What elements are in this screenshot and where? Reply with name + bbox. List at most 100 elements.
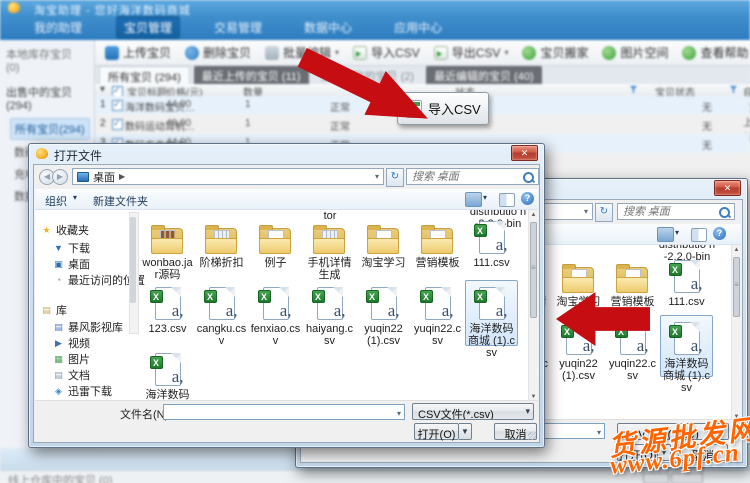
toolbar-button[interactable]: 上传宝贝 ▾: [105, 44, 171, 61]
chevron-down-icon[interactable]: ▾: [675, 228, 679, 237]
file-item[interactable]: Xa, 阶梯折扣: [195, 214, 248, 280]
open-button[interactable]: 打开(O): [414, 423, 459, 440]
nav-pane-item[interactable]: ▣桌面: [53, 256, 90, 272]
forward-icon[interactable]: ▶: [52, 169, 68, 185]
sidebar-item[interactable]: 所有宝贝(294): [10, 118, 90, 140]
nav-pane-item[interactable]: ▦图片: [53, 351, 90, 367]
file-item[interactable]: Xa, 海洋数码商城 (1).csv: [465, 280, 518, 346]
chevron-down-icon[interactable]: ▾: [483, 193, 487, 202]
status-bar-text[interactable]: 线上仓库中的宝贝 (0): [8, 472, 113, 483]
scrollbar-thumb[interactable]: [130, 217, 136, 303]
views-icon[interactable]: [657, 227, 674, 242]
file-item[interactable]: Xa, 海洋数码商城.csv: [141, 346, 194, 403]
views-icon[interactable]: [465, 192, 482, 207]
toolbar-button[interactable]: 图片空间 ▾: [602, 44, 668, 61]
new-folder-button[interactable]: 新建文件夹: [93, 193, 148, 209]
breadcrumb[interactable]: 桌面 ▶ ▾: [72, 168, 384, 185]
file-icon: Xa,: [255, 221, 297, 255]
chevron-down-icon[interactable]: ▾: [584, 207, 588, 216]
scrollbar-thumb[interactable]: [733, 257, 740, 317]
toolbar-button[interactable]: 宝贝搬家 ▾: [522, 44, 588, 61]
search-box[interactable]: [406, 168, 539, 185]
file-label: 营销模板: [412, 257, 463, 269]
scrollbar[interactable]: ▲ ▼: [528, 210, 538, 403]
preview-pane-icon[interactable]: [691, 228, 707, 242]
nav-tab[interactable]: 应用中心: [386, 16, 450, 39]
open-split-arrow-icon[interactable]: ▼: [459, 423, 472, 440]
close-icon[interactable]: [714, 180, 741, 196]
chevron-down-icon[interactable]: ▾: [375, 172, 379, 181]
list-tab[interactable]: 所有宝贝 (294): [99, 66, 190, 84]
file-item[interactable]: Xa, 淘宝学习: [357, 214, 410, 280]
file-item[interactable]: Xa, 111.csv: [465, 214, 518, 280]
file-item[interactable]: Xa, 营销模板: [411, 214, 464, 280]
filetype-dropdown[interactable]: CSV文件(*.csv): [412, 403, 534, 420]
nav-tab[interactable]: 宝贝管理: [116, 16, 180, 39]
search-input[interactable]: [410, 170, 512, 184]
file-item[interactable]: Xa, 海洋数码商城 (1).csv: [660, 315, 713, 377]
toolbar-button[interactable]: 导出CSV ▾: [434, 44, 509, 61]
row-checkbox[interactable]: [112, 100, 123, 111]
close-icon[interactable]: [511, 145, 538, 161]
scrollbar-thumb[interactable]: [530, 222, 537, 318]
chevron-down-icon[interactable]: ▾: [397, 409, 401, 418]
file-item[interactable]: Xa, yuqin22 (1).csv: [357, 280, 410, 346]
chevron-down-icon[interactable]: ▾: [597, 428, 601, 437]
app-titlebar: 淘宝助理 - 您好海洋数码商城: [0, 0, 750, 15]
toolbar-button[interactable]: 删除宝贝 ▾: [185, 44, 251, 61]
file-item[interactable]: Xa, 营销模板: [606, 253, 659, 315]
breadcrumb-label[interactable]: 桌面: [93, 169, 115, 185]
favorites-group[interactable]: ★收藏夹: [41, 222, 89, 238]
libraries-group[interactable]: ▤库: [41, 302, 67, 318]
dialog-titlebar[interactable]: 打开文件: [29, 144, 544, 164]
status-mini-button[interactable]: [671, 473, 703, 483]
ic-desktop-icon: ▣: [53, 259, 64, 270]
file-item[interactable]: Xa, 111.csv: [660, 253, 713, 315]
filename-input[interactable]: [166, 406, 374, 420]
scroll-up-icon[interactable]: ▲: [529, 210, 538, 221]
file-item[interactable]: Xa, 123.csv: [141, 280, 194, 346]
organize-button[interactable]: 组织: [45, 193, 67, 209]
file-item[interactable]: Xa, 手机详情生成: [303, 214, 356, 280]
help-icon[interactable]: ?: [521, 192, 534, 205]
nav-pane-scrollbar[interactable]: [129, 212, 139, 334]
list-tab[interactable]: 最近上传的宝贝 (11): [194, 66, 309, 84]
file-grid: Xa, wonbao.jar源码 Xa, 阶梯折扣 Xa,: [141, 214, 518, 403]
resize-grip[interactable]: [528, 432, 536, 440]
nav-pane-item[interactable]: ▶视频: [53, 335, 90, 351]
col-caret[interactable]: ▾: [100, 84, 105, 95]
nav-pane-item[interactable]: ▼下载: [53, 240, 90, 256]
toolbar-button[interactable]: 导入CSV ▾: [353, 44, 420, 61]
file-item[interactable]: Xa, fenxiao.csv: [249, 280, 302, 346]
file-item[interactable]: Xa, haiyang.csv: [303, 280, 356, 346]
sidebar-header-local[interactable]: 本地库存宝贝 (0): [0, 40, 94, 78]
refresh-icon[interactable]: ↻: [595, 203, 613, 222]
search-input[interactable]: [621, 205, 712, 219]
row-checkbox[interactable]: [112, 119, 123, 130]
sidebar-header-selling[interactable]: 出售中的宝贝 (294): [0, 78, 94, 116]
nav-tab[interactable]: 我的助理: [26, 16, 90, 39]
nav-tab[interactable]: 数据中心: [296, 16, 360, 39]
refresh-icon[interactable]: ↻: [386, 168, 404, 187]
nav-pane-item[interactable]: ▤暴风影视库: [53, 319, 123, 335]
file-item[interactable]: Xa, wonbao.jar源码: [141, 214, 194, 280]
nav-tab[interactable]: 交易管理: [206, 16, 270, 39]
nav-pane-item[interactable]: ▤文档: [53, 367, 90, 383]
scrollbar[interactable]: ▲ ▼: [731, 245, 741, 423]
preview-pane-icon[interactable]: [499, 193, 515, 207]
open-file-dialog[interactable]: 打开文件 ◀ ▶ 桌面 ▶ ▾ ↻ 组织 ▾ 新建文件夹 ▾: [28, 143, 545, 448]
chevron-right-icon[interactable]: ▶: [119, 172, 125, 181]
list-tab[interactable]: 最近编辑的宝贝 (40): [426, 66, 542, 84]
filter-funnel-icon[interactable]: [730, 86, 737, 93]
scroll-up-icon[interactable]: ▲: [732, 245, 741, 256]
dialog2-search[interactable]: [617, 203, 735, 220]
filename-combobox[interactable]: ▾: [163, 404, 405, 420]
toolbar-button[interactable]: 查看帮助 ▾: [682, 44, 748, 61]
help-icon[interactable]: ?: [713, 227, 726, 240]
filter-funnel-icon[interactable]: [630, 86, 637, 93]
file-item[interactable]: Xa, 例子: [249, 214, 302, 280]
file-item[interactable]: Xa, yuqin22.csv: [411, 280, 464, 346]
file-item[interactable]: Xa, cangku.csv: [195, 280, 248, 346]
chevron-down-icon[interactable]: ▾: [73, 193, 77, 202]
nav-pane-item[interactable]: ◈迅雷下载: [53, 383, 112, 399]
